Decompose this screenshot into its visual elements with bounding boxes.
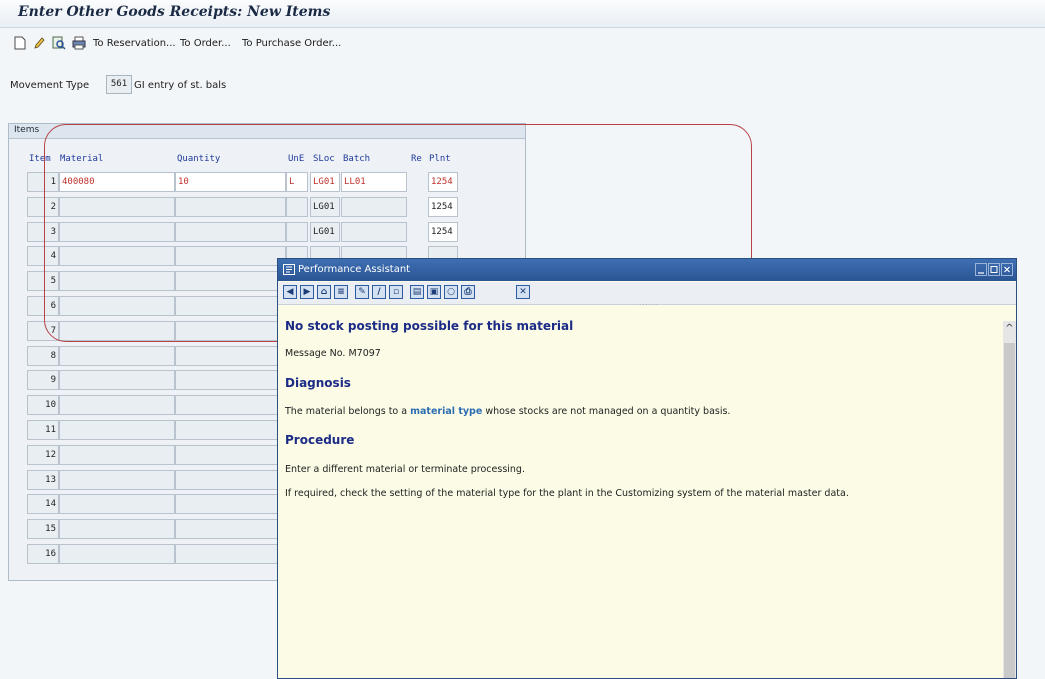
tree-icon[interactable]: ≡ <box>334 285 348 299</box>
item-number-cell: 16 <box>27 544 59 564</box>
movement-type-field[interactable]: 561 <box>106 75 132 94</box>
edit-icon[interactable]: ✎ <box>355 285 369 299</box>
procedure-heading: Procedure <box>285 433 355 447</box>
material-cell[interactable] <box>59 370 175 391</box>
pen-icon[interactable]: ∕ <box>372 285 386 299</box>
quantity-cell[interactable] <box>175 494 286 515</box>
item-number-cell: 12 <box>27 444 59 465</box>
performance-assistant-titlebar[interactable]: Performance Assistant <box>278 259 1016 281</box>
performance-assistant-title: Performance Assistant <box>298 264 411 275</box>
diagnosis-text-before: The material belongs to a <box>285 406 411 417</box>
material-cell[interactable] <box>59 395 175 416</box>
diagnosis-heading: Diagnosis <box>285 376 351 390</box>
print-icon[interactable]: ⎙ <box>461 285 475 299</box>
minimize-icon[interactable] <box>975 263 987 276</box>
movement-type-label: Movement Type <box>10 80 90 91</box>
to-reservation-button[interactable]: To Reservation... <box>93 38 176 49</box>
forward-icon[interactable]: ▶ <box>300 285 314 299</box>
find-icon[interactable] <box>52 36 66 50</box>
material-cell[interactable] <box>59 469 175 490</box>
maximize-icon[interactable] <box>988 263 1000 276</box>
print-icon[interactable] <box>72 36 86 50</box>
material-cell[interactable] <box>59 420 175 440</box>
diagnosis-text-after: whose stocks are not managed on a quanti… <box>482 406 731 417</box>
back-icon[interactable]: ◀ <box>283 285 297 299</box>
screen-title: Enter Other Goods Receipts: New Items <box>18 4 331 20</box>
to-order-button[interactable]: To Order... <box>180 38 231 49</box>
material-cell[interactable] <box>59 544 175 564</box>
quantity-cell[interactable] <box>175 420 286 440</box>
procedure-line-2: If required, check the setting of the ma… <box>285 488 849 499</box>
window-icon <box>283 264 295 275</box>
material-type-link[interactable]: material type <box>410 406 482 417</box>
material-cell[interactable] <box>59 519 175 540</box>
resize-grip: ...... <box>639 299 659 307</box>
application-toolbar: To Reservation... To Order... To Purchas… <box>0 28 1045 62</box>
vertical-scrollbar[interactable]: ^ <box>1003 321 1016 678</box>
item-number-cell: 8 <box>27 345 59 366</box>
items-section-label: Items <box>14 125 40 135</box>
item-number-cell: 10 <box>27 395 59 416</box>
to-purchase-order-button[interactable]: To Purchase Order... <box>242 38 341 49</box>
title-bar: Enter Other Goods Receipts: New Items <box>0 0 1045 28</box>
new-document-icon[interactable] <box>13 36 27 50</box>
note-icon[interactable]: ▫ <box>389 285 403 299</box>
scroll-up-icon[interactable]: ^ <box>1003 321 1016 335</box>
view-icon[interactable]: ▣ <box>427 285 441 299</box>
quantity-cell[interactable] <box>175 519 286 540</box>
quantity-cell[interactable] <box>175 395 286 416</box>
tip-icon[interactable]: ○ <box>444 285 458 299</box>
performance-assistant-content: No stock posting possible for this mater… <box>278 309 1003 678</box>
item-number-cell: 9 <box>27 370 59 391</box>
home-icon[interactable]: ⌂ <box>317 285 331 299</box>
material-cell[interactable] <box>59 444 175 465</box>
message-heading: No stock posting possible for this mater… <box>285 319 574 333</box>
material-cell[interactable] <box>59 494 175 515</box>
movement-type-description: GI entry of st. bals <box>134 80 227 91</box>
edit-pencil-icon[interactable] <box>32 36 46 50</box>
book-icon[interactable]: ▤ <box>410 285 424 299</box>
quantity-cell[interactable] <box>175 444 286 465</box>
procedure-line-1: Enter a different material or terminate … <box>285 464 525 475</box>
quantity-cell[interactable] <box>175 345 286 366</box>
scrollbar-thumb[interactable] <box>1004 343 1015 678</box>
item-number-cell: 13 <box>27 469 59 490</box>
message-number: Message No. M7097 <box>285 348 381 359</box>
quantity-cell[interactable] <box>175 544 286 564</box>
quantity-cell[interactable] <box>175 370 286 391</box>
close-icon[interactable]: ✕ <box>516 285 530 299</box>
material-cell[interactable] <box>59 345 175 366</box>
item-number-cell: 15 <box>27 519 59 540</box>
performance-assistant-window: Performance Assistant ◀ ▶ ⌂ ≡ ✎ ∕ ▫ ▤ ▣ … <box>277 258 1017 679</box>
item-number-cell: 14 <box>27 494 59 515</box>
item-number-cell: 11 <box>27 420 59 440</box>
diagnosis-text: The material belongs to a material type … <box>285 406 730 417</box>
quantity-cell[interactable] <box>175 469 286 490</box>
close-window-icon[interactable] <box>1001 263 1013 276</box>
